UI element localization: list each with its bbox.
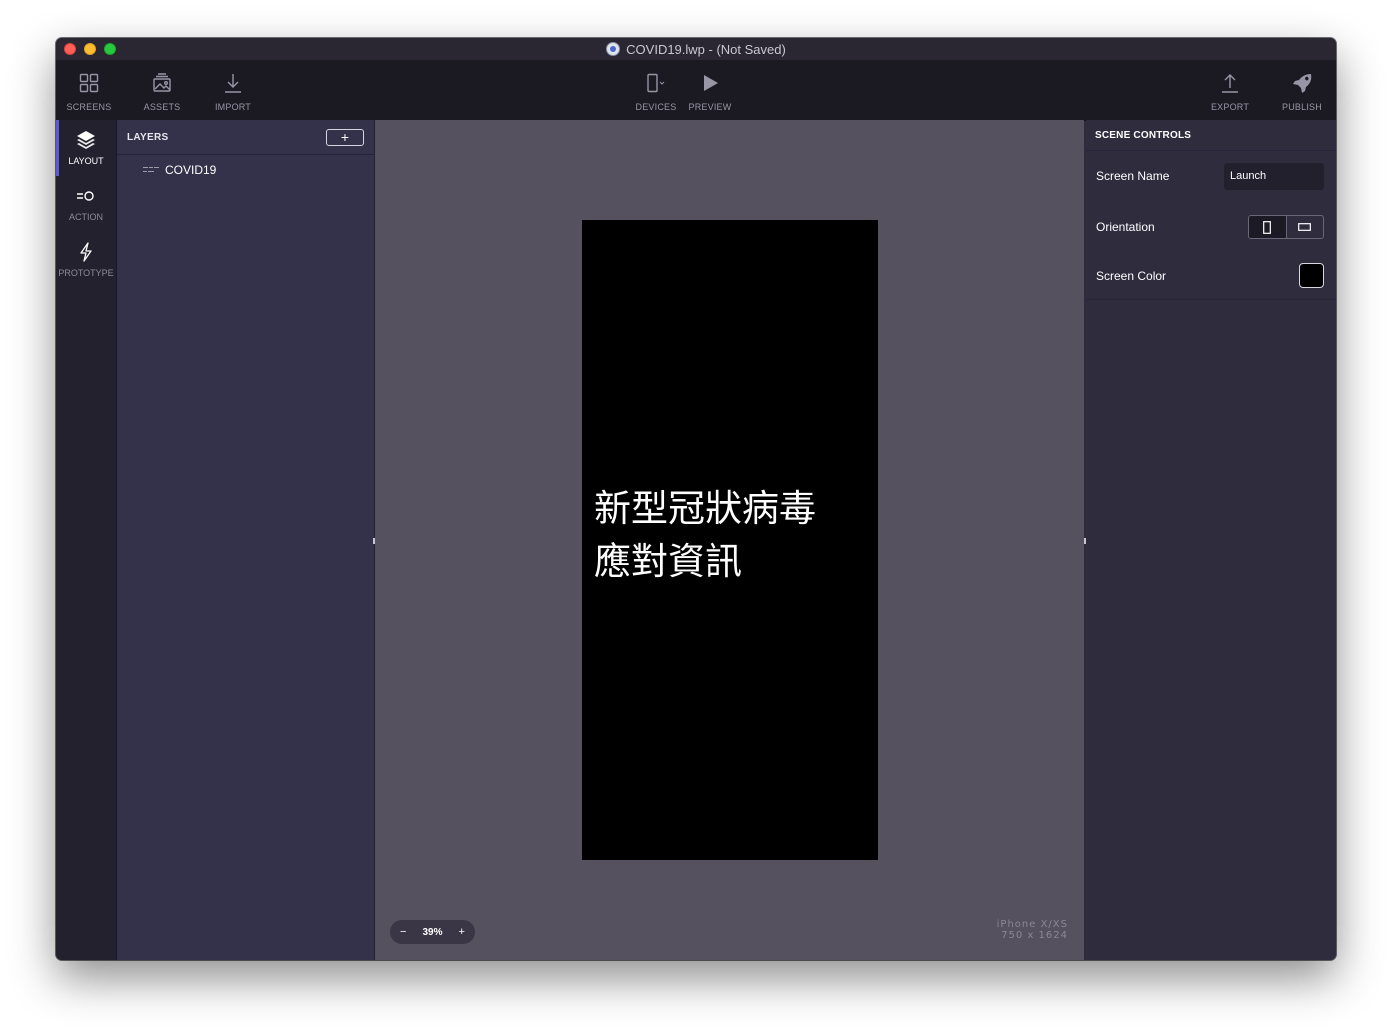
minimize-window-button[interactable] <box>84 43 96 55</box>
export-button[interactable]: EXPORT <box>1208 60 1252 120</box>
close-window-button[interactable] <box>64 43 76 55</box>
screen-color-row: Screen Color <box>1086 262 1336 289</box>
zoom-window-button[interactable] <box>104 43 116 55</box>
import-label: IMPORT <box>214 102 252 112</box>
device-icon <box>644 68 668 98</box>
assets-button[interactable]: ASSETS <box>140 60 184 120</box>
download-icon <box>223 68 243 98</box>
left-resize-handle[interactable] <box>373 538 375 544</box>
rail-prototype-label: PROTOTYPE <box>58 268 114 278</box>
rail-action-label: ACTION <box>68 212 103 222</box>
preview-button[interactable]: PREVIEW <box>688 60 732 120</box>
scene-divider <box>1086 299 1336 300</box>
upload-icon <box>1220 68 1240 98</box>
app-window: COVID19.lwp - (Not Saved) SCREENS ASSETS… <box>56 38 1336 960</box>
publish-label: PUBLISH <box>1282 102 1322 112</box>
layers-header: LAYERS + <box>117 120 374 155</box>
grid-icon <box>79 68 99 98</box>
screens-label: SCREENS <box>66 102 112 112</box>
design-canvas[interactable]: 新型冠狀病毒 應對資訊 − 39% + iPhone X/XS 750 x 16… <box>375 120 1084 960</box>
zoom-in-button[interactable]: + <box>459 926 465 938</box>
title-bar: COVID19.lwp - (Not Saved) <box>56 38 1336 60</box>
layer-item[interactable]: COVID19 <box>117 155 374 185</box>
layer-name: COVID19 <box>165 163 217 177</box>
device-name: iPhone X/XS <box>996 919 1068 930</box>
scene-controls-title: SCENE CONTROLS <box>1086 120 1336 151</box>
assets-label: ASSETS <box>143 102 181 112</box>
layers-icon <box>76 128 96 152</box>
screen-name-row: Screen Name <box>1086 162 1336 190</box>
play-icon <box>701 68 719 98</box>
rocket-icon <box>1291 68 1313 98</box>
action-icon <box>76 184 96 208</box>
landscape-icon <box>1298 223 1312 231</box>
main-toolbar: SCREENS ASSETS IMPORT DEVICES PREVIEW EX… <box>56 60 1336 121</box>
devices-label: DEVICES <box>635 102 677 112</box>
landscape-button[interactable] <box>1287 216 1324 238</box>
window-title: COVID19.lwp - (Not Saved) <box>626 41 786 57</box>
preview-label: PREVIEW <box>688 102 732 112</box>
screen-color-swatch[interactable] <box>1299 263 1324 288</box>
orientation-row: Orientation <box>1086 214 1336 240</box>
layers-panel: LAYERS + COVID19 <box>117 120 375 960</box>
window-controls <box>64 43 116 55</box>
rail-item-prototype[interactable]: PROTOTYPE <box>56 232 116 288</box>
import-button[interactable]: IMPORT <box>211 60 255 120</box>
screens-button[interactable]: SCREENS <box>66 60 112 120</box>
mode-rail: LAYOUT ACTION PROTOTYPE <box>56 120 117 960</box>
portrait-button[interactable] <box>1249 216 1287 238</box>
export-label: EXPORT <box>1210 102 1250 112</box>
screen-name-input[interactable] <box>1224 162 1324 190</box>
orientation-toggle <box>1248 215 1324 239</box>
rail-item-action[interactable]: ACTION <box>56 176 116 232</box>
layers-title: LAYERS <box>127 131 169 143</box>
orientation-label: Orientation <box>1096 220 1155 234</box>
screen-artboard[interactable]: 新型冠狀病毒 應對資訊 <box>582 220 878 860</box>
zoom-control: − 39% + <box>390 920 475 944</box>
document-app-icon <box>606 42 621 56</box>
devices-button[interactable]: DEVICES <box>634 60 678 120</box>
device-size: 750 x 1624 <box>1001 930 1068 941</box>
text-layer-icon <box>143 166 159 174</box>
screen-color-label: Screen Color <box>1096 268 1167 283</box>
portrait-icon <box>1263 220 1272 234</box>
rail-item-layout[interactable]: LAYOUT <box>56 120 116 176</box>
image-stack-icon <box>151 68 173 98</box>
publish-button[interactable]: PUBLISH <box>1278 60 1326 120</box>
lightning-icon <box>79 240 93 264</box>
screen-headline-text[interactable]: 新型冠狀病毒 應對資訊 <box>594 482 870 588</box>
device-info: iPhone X/XS 750 x 1624 <box>997 919 1068 941</box>
zoom-level: 39% <box>422 926 443 938</box>
zoom-out-button[interactable]: − <box>400 926 406 938</box>
add-layer-button[interactable]: + <box>326 128 364 146</box>
rail-layout-label: LAYOUT <box>68 156 104 166</box>
scene-controls-panel: SCENE CONTROLS Screen Name Orientation S… <box>1086 120 1336 960</box>
screen-name-label: Screen Name <box>1096 169 1170 183</box>
